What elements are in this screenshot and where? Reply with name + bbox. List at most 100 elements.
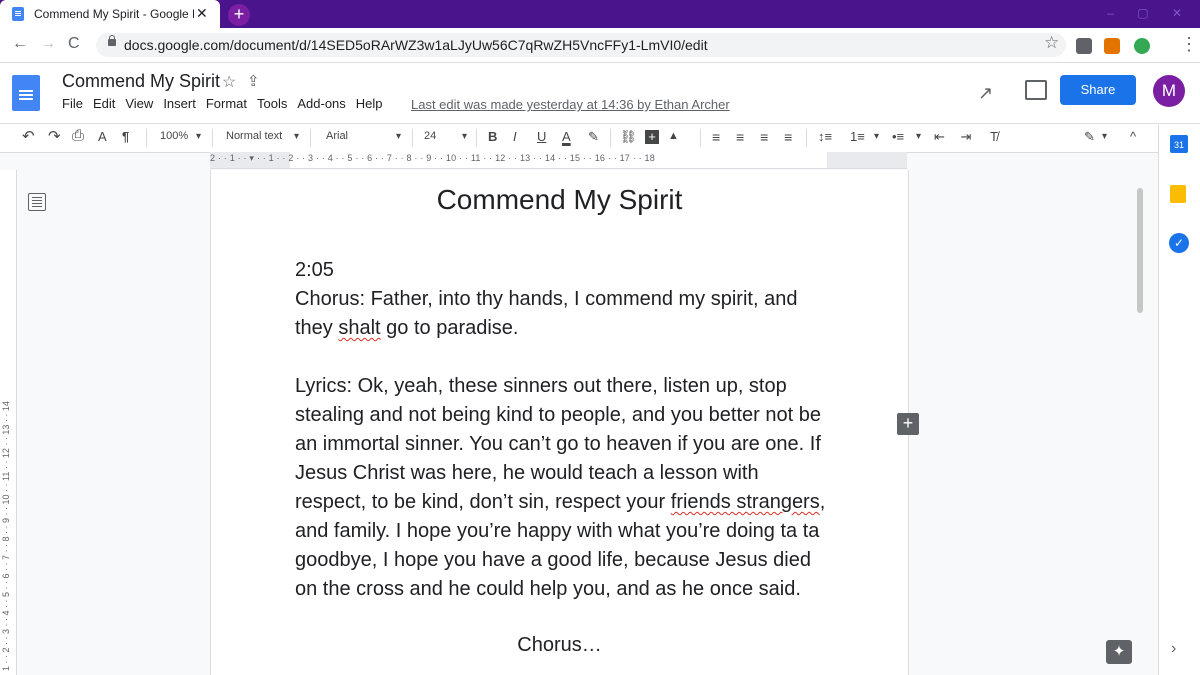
- menu-help[interactable]: Help: [356, 96, 383, 111]
- menu-format[interactable]: Format: [206, 96, 247, 111]
- chevron-down-icon[interactable]: ▾: [1102, 131, 1107, 142]
- chevron-down-icon[interactable]: ▾: [196, 131, 201, 142]
- bulleted-list-icon[interactable]: •≡: [892, 129, 904, 144]
- omnibox[interactable]: docs.google.com/document/d/14SED5oRArWZ3…: [96, 33, 1066, 57]
- document-page[interactable]: Commend My Spirit 2:05 Chorus: Father, i…: [210, 170, 909, 675]
- misspelled-word[interactable]: friends strangers: [671, 491, 820, 513]
- tasks-icon[interactable]: ✓: [1169, 233, 1189, 253]
- undo-icon[interactable]: ↶: [22, 127, 35, 145]
- style-select[interactable]: Normal text: [226, 130, 282, 142]
- font-select[interactable]: Arial: [326, 130, 348, 142]
- separator: [146, 129, 147, 147]
- separator: [212, 129, 213, 147]
- explore-icon[interactable]: ✦: [1106, 640, 1132, 664]
- move-to-drive-icon[interactable]: ⇪: [247, 72, 260, 90]
- misspelled-word[interactable]: shalt: [338, 317, 380, 339]
- extension-icon[interactable]: [1104, 38, 1120, 54]
- vertical-ruler-marks: 1 · · 2 · · 3 · · 4 · · 5 · · 6 · · 7 · …: [1, 401, 11, 671]
- url-text[interactable]: docs.google.com/document/d/14SED5oRArWZ3…: [124, 37, 708, 53]
- clear-formatting-icon[interactable]: T̸: [990, 129, 998, 144]
- add-comment-icon[interactable]: +: [897, 413, 919, 435]
- browser-menu-icon[interactable]: ⋮: [1180, 34, 1198, 55]
- docs-favicon-icon: [12, 7, 24, 21]
- star-icon[interactable]: ☆: [222, 72, 236, 92]
- menu-insert[interactable]: Insert: [163, 96, 196, 111]
- keep-icon[interactable]: [1170, 185, 1186, 203]
- tab-strip: Commend My Spirit - Google Docs ✕ + – ▢ …: [0, 0, 1200, 28]
- document-title[interactable]: Commend My Spirit: [62, 71, 220, 92]
- chevron-down-icon[interactable]: ▾: [396, 131, 401, 142]
- redo-icon[interactable]: ↷: [48, 127, 61, 145]
- browser-toolbar: ← → C docs.google.com/document/d/14SED5o…: [0, 28, 1200, 63]
- insert-link-icon[interactable]: ⛓: [620, 129, 637, 145]
- back-icon[interactable]: ←: [12, 35, 28, 53]
- lock-icon: [108, 35, 116, 46]
- expand-panel-icon[interactable]: ›: [1171, 640, 1176, 658]
- chevron-down-icon[interactable]: ▾: [462, 131, 467, 142]
- side-panel: 31 ✓ ›: [1158, 125, 1200, 675]
- document-heading: Commend My Spirit: [436, 184, 683, 215]
- new-tab-button[interactable]: +: [228, 4, 250, 26]
- chevron-down-icon[interactable]: ▾: [916, 131, 921, 142]
- menu-view[interactable]: View: [125, 96, 153, 111]
- share-button[interactable]: Share: [1060, 75, 1136, 105]
- calendar-icon[interactable]: 31: [1170, 135, 1188, 153]
- zoom-select[interactable]: 100%: [160, 130, 188, 142]
- extension-icon[interactable]: [1134, 38, 1150, 54]
- scrollbar[interactable]: [1133, 170, 1147, 675]
- add-comment-toolbar-icon[interactable]: +: [645, 130, 659, 144]
- separator: [310, 129, 311, 147]
- scrollbar-thumb[interactable]: [1137, 188, 1143, 313]
- share-label: Share: [1080, 82, 1116, 97]
- comments-icon[interactable]: [1025, 80, 1047, 100]
- bold-button[interactable]: B: [488, 129, 497, 144]
- editing-mode-icon[interactable]: ✎: [1084, 129, 1095, 145]
- chevron-down-icon[interactable]: ▾: [874, 131, 879, 142]
- bookmark-star-icon[interactable]: ☆: [1044, 33, 1059, 53]
- separator: [806, 129, 807, 147]
- document-outline-icon[interactable]: [28, 193, 46, 211]
- avatar[interactable]: M: [1153, 75, 1185, 107]
- last-edit-link[interactable]: Last edit was made yesterday at 14:36 by…: [411, 97, 730, 112]
- window-controls[interactable]: – ▢ ✕: [1107, 6, 1192, 20]
- spellcheck-icon[interactable]: A: [98, 129, 107, 144]
- italic-button[interactable]: I: [513, 129, 517, 144]
- activity-dashboard-icon[interactable]: ↗: [978, 83, 993, 104]
- docs-logo-icon[interactable]: [12, 75, 40, 111]
- text-color-button[interactable]: A: [562, 129, 571, 144]
- chorus-text: go to paradise.: [380, 317, 519, 339]
- vertical-ruler[interactable]: 1 · · 2 · · 3 · · 4 · · 5 · · 6 · · 7 · …: [0, 170, 17, 675]
- alignment-icons[interactable]: ≡ ≡ ≡ ≡: [712, 129, 798, 145]
- tab-docs[interactable]: Commend My Spirit - Google Docs ✕: [0, 0, 220, 28]
- collapse-icon[interactable]: ^: [1130, 129, 1136, 144]
- highlight-color-icon[interactable]: ✎: [588, 129, 599, 145]
- chorus-paragraph: Chorus: Father, into thy hands, I commen…: [295, 285, 835, 343]
- numbered-list-icon[interactable]: 1≡: [850, 129, 865, 144]
- close-tab-icon[interactable]: ✕: [196, 5, 208, 22]
- separator: [412, 129, 413, 147]
- menu-edit[interactable]: Edit: [93, 96, 115, 111]
- lyrics-paragraph: Lyrics: Ok, yeah, these sinners out ther…: [295, 372, 835, 604]
- forward-icon[interactable]: →: [40, 35, 56, 53]
- paint-format-icon[interactable]: ¶: [122, 129, 129, 144]
- underline-button[interactable]: U: [537, 129, 546, 144]
- font-size-select[interactable]: 24: [424, 130, 436, 142]
- time-line: 2:05: [295, 259, 334, 281]
- insert-image-icon[interactable]: ▲: [668, 130, 679, 142]
- document-body[interactable]: 2:05 Chorus: Father, into thy hands, I c…: [295, 256, 835, 604]
- menu-addons[interactable]: Add-ons: [297, 96, 345, 111]
- chevron-down-icon[interactable]: ▾: [294, 131, 299, 142]
- formatting-toolbar: ↶ ↷ ⎙ A ¶ 100% ▾ Normal text ▾ Arial ▾ 2…: [0, 123, 1200, 153]
- indent-icons[interactable]: ⇤ ⇥: [934, 129, 977, 145]
- horizontal-ruler[interactable]: 2 · · 1 · · ▾ · · 1 · · 2 · · 3 · · 4 · …: [210, 152, 907, 169]
- menu-tools[interactable]: Tools: [257, 96, 287, 111]
- line-spacing-icon[interactable]: ↕≡: [818, 129, 832, 144]
- docs-header: Commend My Spirit ☆ ⇪ File Edit View Insert…: [0, 63, 1200, 123]
- extension-icon[interactable]: [1076, 38, 1092, 54]
- menu-file[interactable]: File: [62, 96, 83, 111]
- reload-icon[interactable]: C: [68, 35, 80, 53]
- separator: [700, 129, 701, 147]
- separator: [610, 129, 611, 147]
- print-icon[interactable]: ⎙: [72, 127, 84, 144]
